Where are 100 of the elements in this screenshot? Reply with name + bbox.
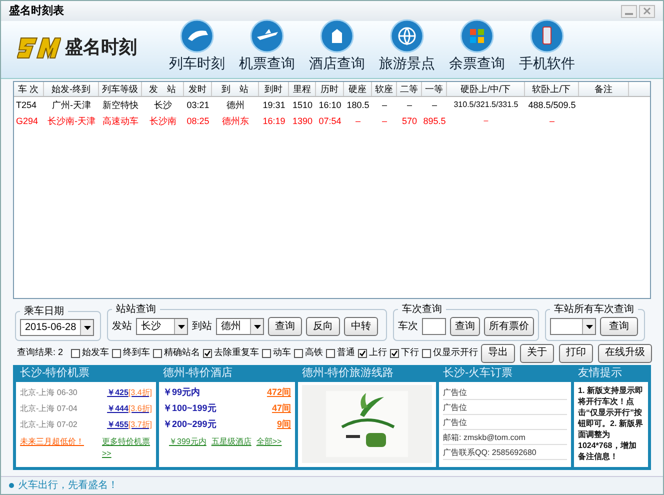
column-header[interactable]: 软座 [372,82,397,96]
push-button[interactable]: 查询 [600,317,638,336]
squares-icon [460,19,494,53]
hotel-link[interactable]: 五星级酒店 [211,436,252,448]
phone-icon [530,19,564,53]
table-cell-text: 广州-天津 [51,99,92,112]
push-button[interactable]: 打印 [559,344,594,362]
column-header[interactable]: 到时 [259,82,289,96]
checkbox[interactable] [262,348,272,358]
section-title: 德州-特价旅游线路 [301,366,395,381]
column-header[interactable]: 硬卧上/中/下 [447,82,525,96]
column-header[interactable]: 发 站 [142,82,184,96]
section-title: 德州-特价酒店 [162,366,234,381]
push-button[interactable]: 反向 [306,317,340,336]
checkbox-label: 精确站名 [164,346,200,360]
window-title: 盛名时刻表 [9,4,64,19]
checkbox[interactable] [358,348,368,358]
table-cell-text: 德州东 [221,115,250,128]
dropdown-field[interactable]: 长沙 [136,318,188,335]
minimize-button[interactable] [621,4,637,18]
table-cell-text: 895.5 [422,115,447,128]
column-header[interactable]: 车 次 [14,82,44,96]
column-header[interactable]: 到 站 [212,82,259,96]
caret-icon [84,326,90,330]
table-cell-text: 德州 [226,99,246,112]
table-cell-text: 570 [400,115,418,128]
checkbox[interactable] [326,348,336,358]
table-cell-text: 长沙南 [148,115,178,128]
check-icon [391,350,398,356]
table-cell-text: 180.5 [346,99,370,112]
table-cell-text: G294 [15,115,40,128]
column-header[interactable]: 里程 [289,82,316,96]
push-button[interactable]: 关于 [520,344,554,362]
checkbox[interactable] [422,348,432,358]
push-button[interactable]: 中转 [344,317,378,336]
dropdown-field[interactable]: 德州 [216,318,264,335]
nav-button[interactable]: 机票查询 [237,19,297,74]
checkbox[interactable] [294,348,304,358]
checkbox[interactable] [71,348,80,358]
checkbox[interactable] [153,348,162,358]
push-button[interactable]: 所有票价 [484,317,534,336]
section-title: 长沙-火车订票 [442,366,514,381]
more-flights-link[interactable]: 更多特价机票>> [102,436,152,460]
checkbox[interactable] [112,348,122,358]
from-label: 发站 [112,320,132,334]
table-cell-text: – [354,115,362,128]
building-icon [320,19,354,53]
globe-icon [390,19,424,53]
table-cell-text: 1390 [291,115,314,128]
nav-button[interactable]: 余票查询 [447,19,507,74]
table-cell-text: – [430,99,438,112]
checkbox-label: 普通 [337,346,356,360]
hotel-link[interactable]: 全部>> [256,436,282,448]
ad-line: 广告位 [443,400,567,415]
table-row[interactable]: G294 长沙南-天津 高速动车 长沙南 08:25 德州东 16:19 1390 07:54 – – 570 895.5 – – [14,113,650,129]
ad-line: 广告位 [443,385,567,400]
fare-link[interactable]: ￥444[3.6折] [107,403,152,415]
dropdown-field[interactable]: 2015-06-28 [20,319,94,336]
checkbox[interactable] [390,348,400,358]
table-cell-text: 长沙南-天津 [46,115,96,128]
nav-button[interactable]: 手机软件 [517,19,577,74]
table-cell-text: – [482,115,490,127]
column-header[interactable]: 始发-终到 [44,82,99,96]
fare-link[interactable]: ￥425[3.4折] [107,387,152,399]
column-header[interactable]: 软卧上/下 [525,82,579,96]
nav-button[interactable]: 旅游景点 [377,19,437,74]
column-header[interactable]: 硬座 [344,82,372,96]
column-header[interactable]: 列车等级 [99,82,142,96]
checkbox-label: 始发车 [82,346,110,360]
table-cell-text: 1510 [291,99,314,112]
fare-link[interactable]: ￥455[3.7折] [107,419,152,431]
column-header[interactable]: 历时 [316,82,344,96]
column-header[interactable]: 二等 [397,82,422,96]
column-header[interactable]: 一等 [422,82,447,96]
train-number-field[interactable] [422,318,446,335]
table-row[interactable]: T254 广州-天津 新空特快 长沙 03:21 德州 19:31 1510 16:10 180.5 – – – 310.5/321.5/331.5 488.5/509.5 [14,97,650,113]
price-range: ￥100~199元 [163,402,218,416]
dropdown-field[interactable] [550,318,596,335]
push-button[interactable]: 导出 [481,344,516,362]
push-button[interactable]: 查询 [450,317,480,336]
section-title: 长沙-特价机票 [19,366,91,381]
group-title: 车次查询 [401,302,443,317]
table-cell-text: – [548,115,556,128]
column-header[interactable]: 发时 [184,82,212,96]
table-cell-text: 16:19 [262,115,286,128]
section-title: 友情提示 [577,366,623,381]
push-button[interactable]: 查询 [268,317,302,336]
push-button[interactable]: 在线升级 [598,344,652,362]
table-cell-text: 16:10 [318,99,342,112]
checkbox-label: 动车 [273,346,292,360]
nav-button[interactable]: 酒店查询 [307,19,367,74]
column-header[interactable]: 备注 [579,82,629,96]
caret-icon [254,324,260,328]
to-label: 到站 [192,320,212,334]
logo-text: 盛名时刻 [65,36,137,58]
hotel-link[interactable]: ￥399元内 [169,436,206,448]
close-button[interactable] [639,4,655,18]
checkbox[interactable] [203,348,212,358]
train-label: 车次 [398,320,418,334]
nav-button[interactable]: 列车时刻 [167,19,227,74]
